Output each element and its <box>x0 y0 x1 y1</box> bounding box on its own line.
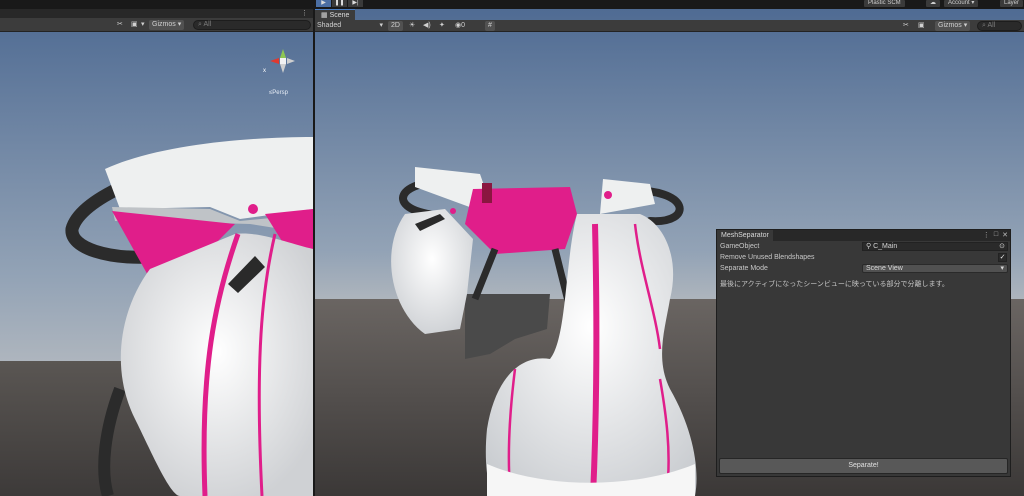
camera-icon[interactable]: ▣ <box>131 20 138 30</box>
game-object-value: C_Main <box>873 243 898 250</box>
plastic-scm-button[interactable]: Plastic SCM <box>864 0 905 7</box>
close-icon[interactable]: ✕ <box>1002 231 1008 239</box>
left-pane-menu-icon[interactable]: ⋮ <box>301 9 308 18</box>
scene-search-input[interactable]: ⌕ All <box>977 21 1022 31</box>
separate-mode-label: Separate Mode <box>720 265 768 272</box>
left-viewport-render: x <box>0 9 313 496</box>
gizmos-label: Gizmos <box>938 22 962 29</box>
mesh-separator-titlebar: MeshSeparator ⋮ □ ✕ <box>717 230 1010 241</box>
maximize-icon[interactable]: □ <box>994 231 998 239</box>
left-search-input[interactable]: ⌕ All <box>193 20 311 30</box>
left-pane-header: ⋮ <box>0 9 313 18</box>
cloud-icon[interactable]: ☁ <box>926 0 940 7</box>
left-view-toolbar: ✂ ▣ ▾ Gizmos ▾ ⌕ All <box>0 18 313 32</box>
hidden-objects-count: 0 <box>461 22 466 29</box>
game-object-field[interactable]: ⚲ C_Main ⊙ <box>862 242 1008 251</box>
scene-view-toolbar: Shaded ▾ 2D ☀ ◀) ✦ ◉0 # ✂ ▣ Gizmos ▾ ⌕ A… <box>315 20 1024 32</box>
shading-mode-label: Shaded <box>317 22 342 29</box>
playmode-controls: ▶ ❚❚ ▶| <box>316 0 363 7</box>
hidden-objects-toggle[interactable]: ◉0 <box>455 21 465 31</box>
window-controls: ⋮ □ ✕ <box>983 231 1008 239</box>
step-button[interactable]: ▶| <box>348 0 363 7</box>
account-label: Account <box>948 0 970 6</box>
separate-button[interactable]: Separate! <box>719 458 1008 474</box>
gizmo-x-label: x <box>263 68 266 74</box>
game-object-icon: ⚲ <box>866 243 872 250</box>
scene-tab-icon: ▦ <box>321 12 330 19</box>
object-picker-icon[interactable]: ⊙ <box>999 243 1005 250</box>
mesh-separator-window: MeshSeparator ⋮ □ ✕ GameObject ⚲ C_Main … <box>716 229 1011 477</box>
lighting-toggle-icon[interactable]: ☀ <box>409 21 415 31</box>
chevron-down-icon: ▾ <box>963 22 968 29</box>
chevron-down-icon: ▾ <box>177 21 182 28</box>
top-toolbar: ▶ ❚❚ ▶| Plastic SCM ☁ Account ▾ Layer <box>0 0 1024 9</box>
grid-toggle-icon[interactable]: # <box>485 21 495 31</box>
separate-mode-select[interactable]: Scene View ▾ <box>862 264 1008 273</box>
persp-text: Persp <box>272 90 288 96</box>
tab-mesh-separator[interactable]: MeshSeparator <box>717 230 773 241</box>
remove-blendshapes-label: Remove Unused Blendshapes <box>720 254 815 261</box>
pause-button[interactable]: ❚❚ <box>332 0 347 7</box>
toggle-2d-button[interactable]: 2D <box>388 21 403 31</box>
chevron-down-icon[interactable]: ▾ <box>141 20 145 30</box>
effects-toggle-icon[interactable]: ✦ <box>439 21 445 31</box>
gizmos-dropdown[interactable]: Gizmos ▾ <box>935 21 971 31</box>
account-dropdown[interactable]: Account ▾ <box>944 0 979 7</box>
search-placeholder: All <box>987 22 996 29</box>
gizmos-label: Gizmos <box>152 21 176 28</box>
remove-blendshapes-row: Remove Unused Blendshapes ✓ <box>719 252 1008 263</box>
tools-icon[interactable]: ✂ <box>903 21 909 31</box>
camera-icon[interactable]: ▣ <box>918 21 925 31</box>
separate-mode-row: Separate Mode Scene View ▾ <box>719 263 1008 274</box>
game-object-label: GameObject <box>720 243 760 250</box>
mesh-separator-description: 最後にアクティブになったシーンビューに映っている部分で分離します。 <box>720 281 949 288</box>
game-object-row: GameObject ⚲ C_Main ⊙ <box>719 241 1008 252</box>
gizmos-dropdown[interactable]: Gizmos ▾ <box>149 20 185 30</box>
search-placeholder: All <box>203 21 212 28</box>
persp-label[interactable]: ≤Persp <box>269 90 288 96</box>
chevron-down-icon: ▾ <box>379 22 383 29</box>
chevron-down-icon: ▾ <box>971 0 975 6</box>
menu-dots-icon[interactable]: ⋮ <box>983 231 990 239</box>
tab-scene[interactable]: ▦ Scene <box>315 9 356 20</box>
play-button[interactable]: ▶ <box>316 0 331 7</box>
remove-blendshapes-checkbox[interactable]: ✓ <box>998 253 1007 262</box>
chevron-down-icon: ▾ <box>1000 265 1004 272</box>
scene-tab-label: Scene <box>329 12 350 19</box>
separate-mode-value: Scene View <box>866 265 903 272</box>
audio-toggle-icon[interactable]: ◀) <box>423 21 431 31</box>
shading-mode-dropdown[interactable]: Shaded ▾ <box>317 21 383 31</box>
layers-dropdown[interactable]: Layer <box>1000 0 1024 7</box>
game-view[interactable]: x ⋮ ✂ ▣ ▾ Gizmos ▾ ⌕ All ≤Persp <box>0 9 313 496</box>
tools-icon[interactable]: ✂ <box>117 20 123 30</box>
